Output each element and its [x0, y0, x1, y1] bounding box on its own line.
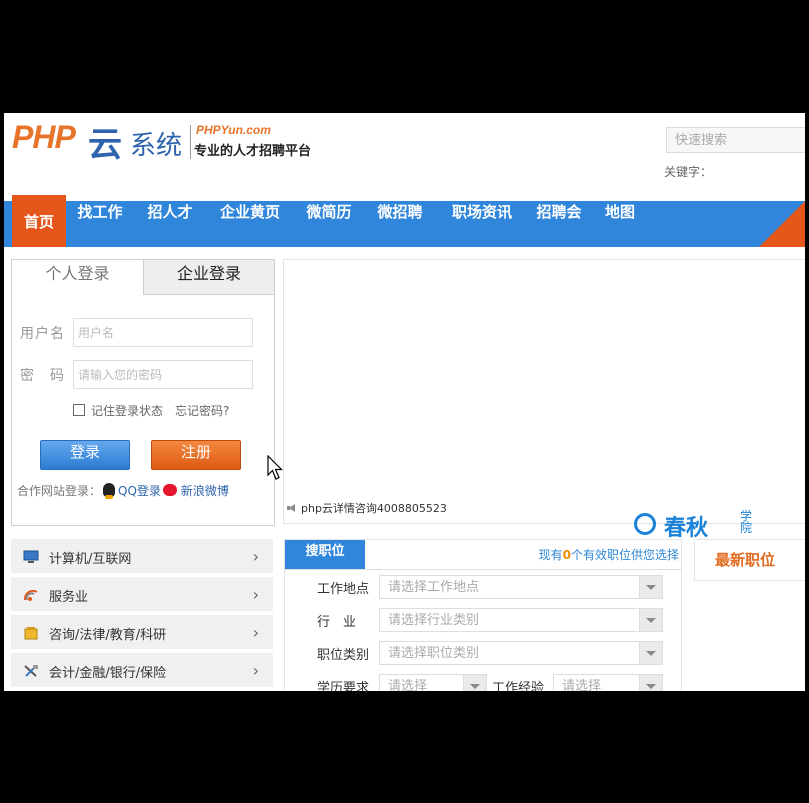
watermark-sub: 学院	[740, 509, 753, 535]
mouse-cursor-icon	[267, 455, 283, 480]
chevron-down-icon[interactable]	[639, 576, 662, 598]
logo-php[interactable]: PHP	[12, 119, 76, 156]
qq-icon[interactable]	[103, 483, 116, 499]
count-prefix: 现有	[538, 548, 563, 562]
industry-label: 行 业	[317, 615, 357, 630]
chevron-right-icon: ›	[252, 623, 259, 642]
experience-input[interactable]	[554, 675, 648, 691]
partner-login-label: 合作网站登录：	[17, 484, 102, 498]
nav-item-find-job[interactable]: 找工作	[70, 201, 130, 247]
category-label: 服务业	[49, 590, 89, 605]
latest-jobs-panel: 最新职位	[694, 539, 805, 581]
chevron-down-icon[interactable]	[639, 675, 662, 691]
tab-personal-login[interactable]: 个人登录	[12, 260, 143, 295]
chevron-right-icon: ›	[252, 547, 259, 566]
speaker-icon	[287, 504, 295, 512]
nav-item-career-news[interactable]: 职场资讯	[444, 201, 520, 247]
category-item-education[interactable]: 咨询/法律/教育/科研 ›	[11, 615, 273, 651]
logo-yun[interactable]: 云	[88, 117, 122, 166]
remember-label[interactable]: 记住登录状态	[91, 404, 163, 418]
chevron-down-icon[interactable]	[639, 642, 662, 664]
banner-area: php云详情咨询4008805523	[283, 259, 805, 524]
computer-icon	[23, 550, 39, 563]
username-input[interactable]	[74, 319, 252, 346]
username-label: 用户名	[20, 326, 65, 342]
category-label: 会计/金融/银行/保险	[49, 666, 167, 681]
category-item-computer[interactable]: 计算机/互联网 ›	[11, 539, 273, 575]
login-panel: 个人登录 企业登录 用户名 密 码 记住登录状态忘记密码? 登录 注册 合作网站…	[11, 259, 275, 526]
register-button[interactable]: 注册	[151, 440, 241, 470]
latest-jobs-title[interactable]: 最新职位	[715, 549, 775, 570]
password-label: 密 码	[20, 368, 65, 384]
chevron-right-icon: ›	[252, 661, 259, 680]
experience-select[interactable]	[553, 674, 663, 691]
quick-search-input[interactable]	[667, 128, 805, 152]
nav-item-home[interactable]: 首页	[12, 195, 66, 247]
weibo-icon[interactable]	[162, 484, 177, 496]
education-select[interactable]	[379, 674, 487, 691]
chevron-right-icon: ›	[252, 585, 259, 604]
job-count-text: 现有0个有效职位供您选择	[539, 546, 679, 563]
notice-text[interactable]: php云详情咨询4008805523	[301, 502, 447, 515]
nav-item-job-fair[interactable]: 招聘会	[530, 201, 588, 247]
partner-login-row: 合作网站登录： QQ登录 新浪微博	[17, 482, 229, 499]
location-select[interactable]	[379, 575, 663, 599]
login-button[interactable]: 登录	[40, 440, 130, 470]
tab-search-jobs[interactable]: 搜职位	[285, 540, 365, 569]
nav-item-micro-recruit[interactable]: 微招聘	[370, 201, 430, 247]
tab-underline	[285, 569, 681, 570]
category-item-finance[interactable]: 会计/金融/银行/保险 ›	[11, 653, 273, 689]
logo-domain: PHPYun.com	[196, 123, 271, 137]
browser-viewport: PHP 云 系统 PHPYun.com 专业的人才招聘平台 关键字： 首页 找工…	[4, 113, 805, 691]
job-count-value: 0	[562, 548, 571, 562]
finance-icon	[24, 665, 38, 677]
username-field	[73, 318, 253, 347]
category-label: 计算机/互联网	[49, 552, 132, 567]
job-category-select[interactable]	[379, 641, 663, 665]
qq-login-link[interactable]: QQ登录	[118, 484, 161, 498]
logo-divider	[190, 125, 191, 159]
watermark-text: 春秋	[664, 516, 709, 541]
nav-item-find-talent[interactable]: 招人才	[140, 201, 200, 247]
count-suffix: 个有效职位供您选择	[570, 548, 679, 562]
main-nav: 首页 找工作 招人才 企业黄页 微简历 微招聘 职场资讯 招聘会 地图	[4, 195, 805, 247]
job-category-input[interactable]	[380, 642, 646, 665]
category-label: 咨询/法律/教育/科研	[49, 628, 167, 643]
logo-xitong[interactable]: 系统	[130, 125, 182, 162]
job-category-label: 职位类别	[317, 648, 370, 663]
watermark-logo-icon	[634, 513, 656, 535]
experience-label: 工作经验	[492, 681, 545, 691]
site-header: PHP 云 系统 PHPYun.com 专业的人才招聘平台 关键字：	[4, 113, 805, 201]
notice-bar: php云详情咨询4008805523	[287, 500, 447, 516]
remember-checkbox[interactable]	[73, 404, 85, 416]
chevron-down-icon[interactable]	[463, 675, 486, 691]
location-label: 工作地点	[317, 582, 370, 597]
industry-input[interactable]	[380, 609, 646, 632]
category-item-service[interactable]: 服务业 ›	[11, 577, 273, 613]
password-input[interactable]	[74, 361, 252, 388]
nav-item-company-directory[interactable]: 企业黄页	[212, 201, 288, 247]
nav-corner-decoration	[759, 201, 805, 247]
education-input[interactable]	[380, 675, 472, 691]
keyword-label: 关键字：	[664, 165, 713, 179]
quick-search-box	[666, 127, 805, 153]
logo-slogan: 专业的人才招聘平台	[194, 144, 312, 159]
remember-row: 记住登录状态 忘记密码?	[73, 402, 229, 419]
education-label: 学历要求	[317, 681, 370, 691]
chevron-down-icon[interactable]	[639, 609, 662, 631]
nav-item-map[interactable]: 地图	[600, 201, 640, 247]
nav-item-micro-resume[interactable]: 微简历	[300, 201, 358, 247]
password-field	[73, 360, 253, 389]
education-icon	[24, 627, 38, 640]
job-search-panel: 搜职位 现有0个有效职位供您选择 工作地点 行 业 职位类别 学历要求 工作经验	[284, 539, 682, 691]
service-icon	[23, 589, 38, 601]
location-input[interactable]	[380, 576, 646, 599]
forgot-password-link[interactable]: 忘记密码?	[175, 404, 229, 418]
weibo-login-link[interactable]: 新浪微博	[181, 484, 229, 498]
category-list: 计算机/互联网 › 服务业 › 咨询/法律/教育/科研 › 会计/金融/银行/保…	[11, 539, 273, 691]
industry-select[interactable]	[379, 608, 663, 632]
tab-company-login[interactable]: 企业登录	[143, 260, 274, 295]
